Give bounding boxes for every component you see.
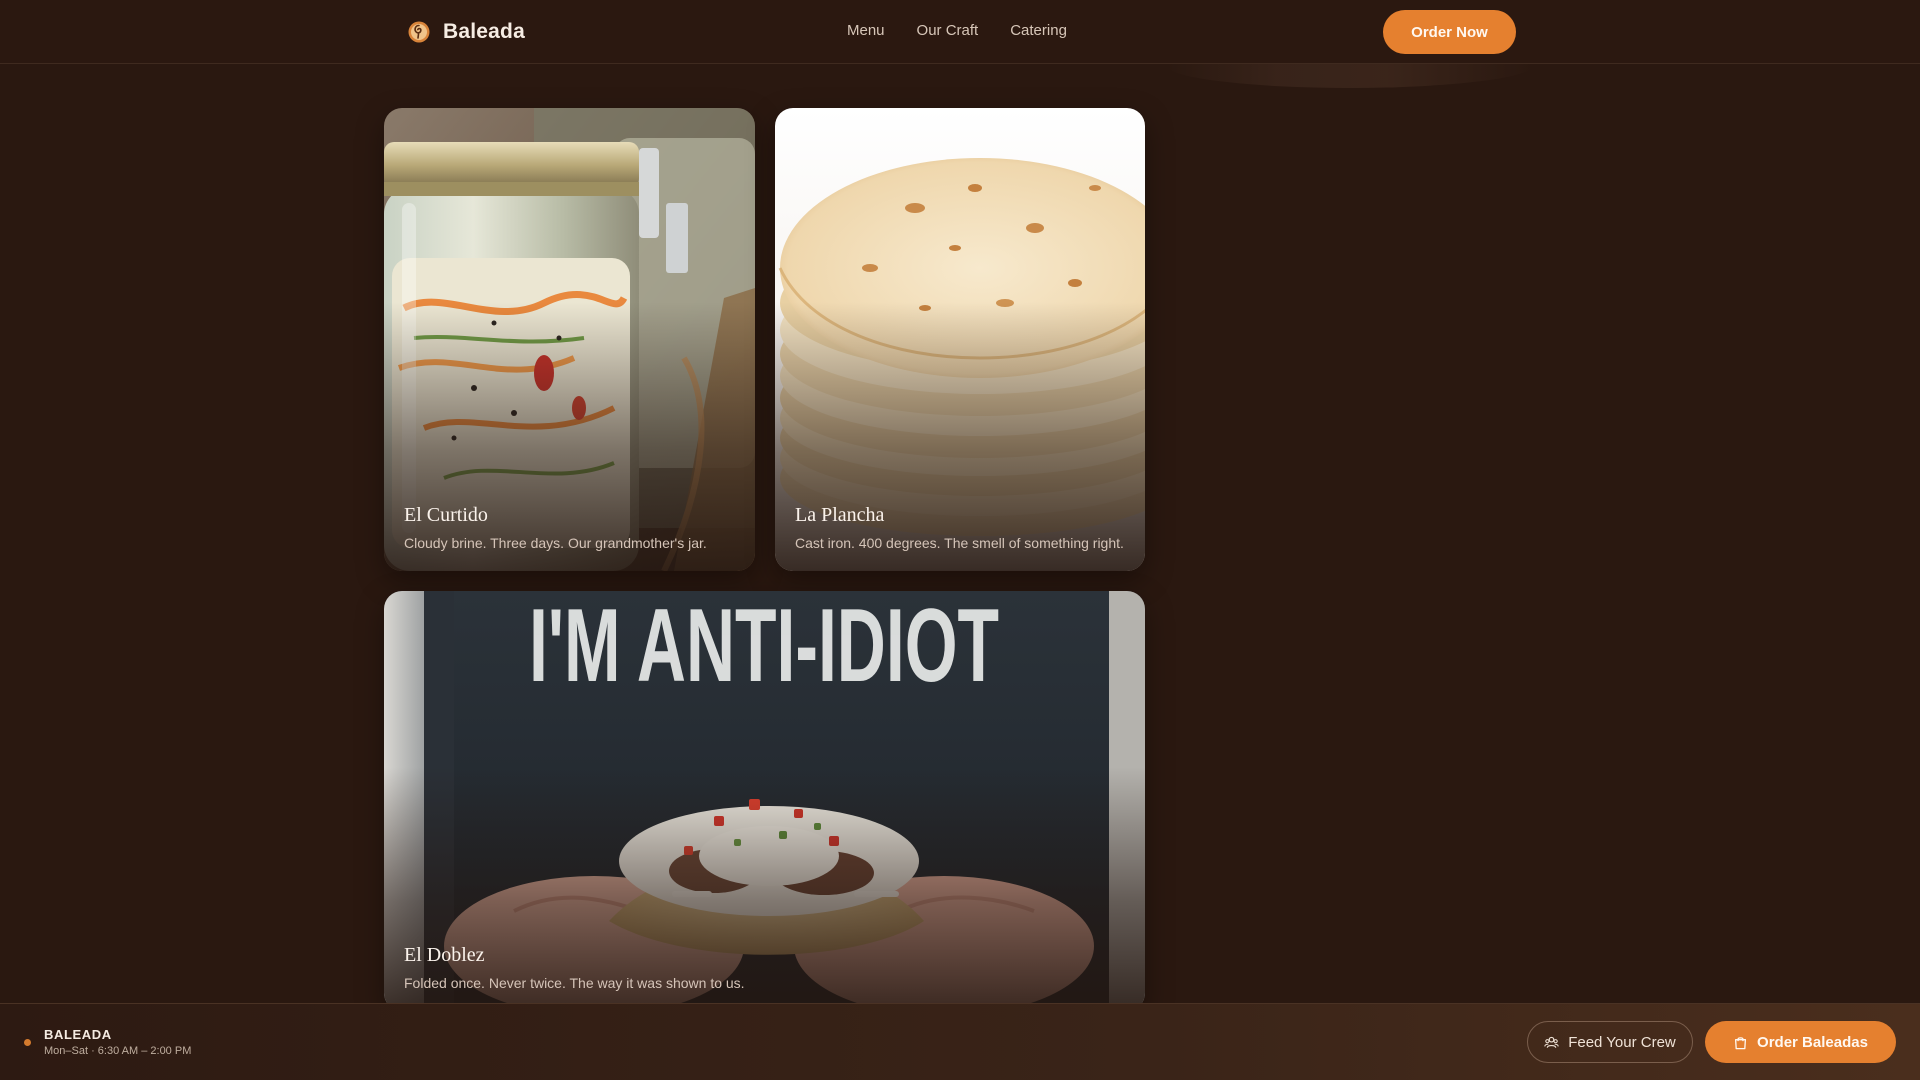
page: Baleada Menu Our Craft Catering Order No…	[0, 0, 1920, 1080]
feed-your-crew-button[interactable]: Feed Your Crew	[1527, 1021, 1693, 1063]
card-la-plancha[interactable]: La Plancha Cast iron. 400 degrees. The s…	[775, 108, 1145, 571]
card-title: La Plancha	[795, 504, 885, 526]
card-el-curtido[interactable]: El Curtido Cloudy brine. Three days. Our…	[384, 108, 755, 571]
hero-image-edge	[1165, 64, 1535, 88]
open-status-dot	[24, 1039, 31, 1046]
shirt-slogan: I'M ANTI-IDIOT	[529, 591, 999, 704]
nav-link-catering[interactable]: Catering	[1010, 22, 1067, 39]
card-subtitle: Cast iron. 400 degrees. The smell of som…	[795, 535, 1124, 551]
nav-link-our-craft[interactable]: Our Craft	[917, 22, 979, 39]
brand[interactable]: Baleada	[407, 19, 525, 45]
baleada-logo-icon	[408, 21, 430, 43]
nav-link-menu[interactable]: Menu	[847, 22, 885, 39]
bottom-bar-brand: BALEADA	[44, 1027, 112, 1042]
order-now-button[interactable]: Order Now	[1383, 10, 1516, 54]
shopping-bag-icon	[1735, 1036, 1747, 1049]
top-nav: Baleada Menu Our Craft Catering Order No…	[0, 0, 1920, 64]
card-subtitle: Cloudy brine. Three days. Our grandmothe…	[404, 535, 707, 551]
group-icon	[1544, 1036, 1559, 1048]
card-el-doblez[interactable]: I'M ANTI-IDIOT El Doblez Folded once. Ne…	[384, 591, 1145, 1011]
card-title: El Curtido	[404, 504, 488, 526]
card-caption: La Plancha Cast iron. 400 degrees. The s…	[795, 504, 1125, 551]
feed-your-crew-label: Feed Your Crew	[1568, 1033, 1676, 1051]
nav-links: Menu Our Craft Catering	[847, 22, 1067, 39]
order-baleadas-button[interactable]: Order Baleadas	[1705, 1021, 1896, 1063]
card-subtitle: Folded once. Never twice. The way it was…	[404, 975, 745, 991]
card-caption: El Doblez Folded once. Never twice. The …	[404, 944, 1125, 991]
card-title: El Doblez	[404, 944, 485, 966]
bottom-bar-hours: Mon–Sat · 6:30 AM – 2:00 PM	[44, 1045, 192, 1057]
brand-name: Baleada	[443, 20, 525, 43]
order-baleadas-label: Order Baleadas	[1757, 1033, 1868, 1051]
card-caption: El Curtido Cloudy brine. Three days. Our…	[404, 504, 735, 551]
